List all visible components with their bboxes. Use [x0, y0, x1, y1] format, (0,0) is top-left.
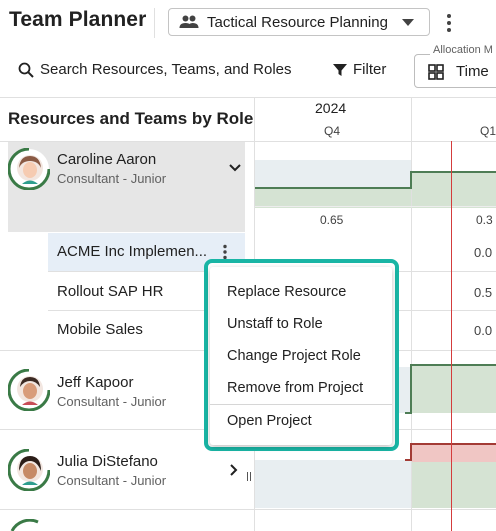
project-name: ACME Inc Implemen... — [57, 243, 208, 260]
row-divider — [0, 509, 496, 510]
menu-item-unstaff-to-role[interactable]: Unstaff to Role — [227, 316, 323, 332]
year-label: 2024 — [315, 100, 347, 116]
resources-header: Resources and Teams by Role — [8, 109, 254, 128]
dropdown-arrow-icon — [401, 18, 414, 26]
project-name[interactable]: Rollout SAP HR — [57, 283, 163, 300]
search-label: Search Resources, Teams, and Roles — [40, 61, 292, 78]
plan-select-label: Tactical Resource Planning — [207, 13, 388, 31]
search-button[interactable]: Search Resources, Teams, and Roles — [18, 61, 292, 78]
menu-item-change-project-role[interactable]: Change Project Role — [227, 348, 361, 364]
allocation-chart-caroline — [255, 160, 496, 208]
search-icon — [18, 62, 34, 78]
resource-name[interactable]: Julia DiStefano — [57, 453, 158, 470]
project-value: 0.0 — [474, 323, 493, 338]
plan-select[interactable]: Tactical Resource Planning — [168, 8, 430, 36]
filter-label: Filter — [353, 61, 387, 78]
row-divider — [255, 206, 496, 207]
menu-item-remove-from-project[interactable]: Remove from Project — [227, 380, 363, 396]
allocation-mode-legend: Allocation M — [430, 44, 496, 56]
resource-name[interactable]: Jeff Kapoor — [57, 374, 133, 391]
header-divider — [154, 8, 155, 38]
filter-icon — [333, 63, 347, 76]
menu-item-open-project[interactable]: Open Project — [227, 413, 312, 429]
allocation-value: 0.3 — [476, 213, 493, 227]
chevron-right-icon[interactable] — [230, 464, 238, 476]
grid-top-border — [0, 97, 496, 98]
resource-name: Caroline Aaron — [57, 151, 157, 168]
avatar — [8, 369, 50, 411]
allocation-value: 0.65 — [320, 213, 344, 227]
grid-view-icon — [428, 64, 444, 80]
chevron-down-icon[interactable] — [229, 164, 241, 172]
page-title: Team Planner — [9, 8, 147, 31]
menu-divider — [210, 404, 392, 405]
resource-role: Consultant - Junior — [57, 171, 167, 186]
more-vert-icon[interactable] — [440, 12, 458, 34]
resize-handle[interactable] — [247, 472, 251, 481]
quarter-label-q4: Q4 — [324, 124, 341, 138]
avatar — [8, 449, 50, 491]
quarter-label-q1: Q1 — [480, 124, 496, 138]
filter-button[interactable]: Filter — [333, 61, 386, 78]
menu-item-replace-resource[interactable]: Replace Resource — [227, 284, 346, 300]
avatar — [10, 519, 39, 531]
people-icon — [179, 15, 199, 28]
project-value: 0.5 — [474, 285, 493, 300]
resource-role: Consultant - Junior — [57, 394, 167, 409]
avatar — [8, 148, 50, 190]
more-vert-icon[interactable] — [220, 244, 230, 260]
today-line — [451, 141, 452, 531]
project-name[interactable]: Mobile Sales — [57, 321, 143, 338]
project-value: 0.0 — [474, 245, 493, 260]
resource-role: Consultant - Junior — [57, 473, 167, 488]
time-label: Time — [456, 63, 489, 80]
